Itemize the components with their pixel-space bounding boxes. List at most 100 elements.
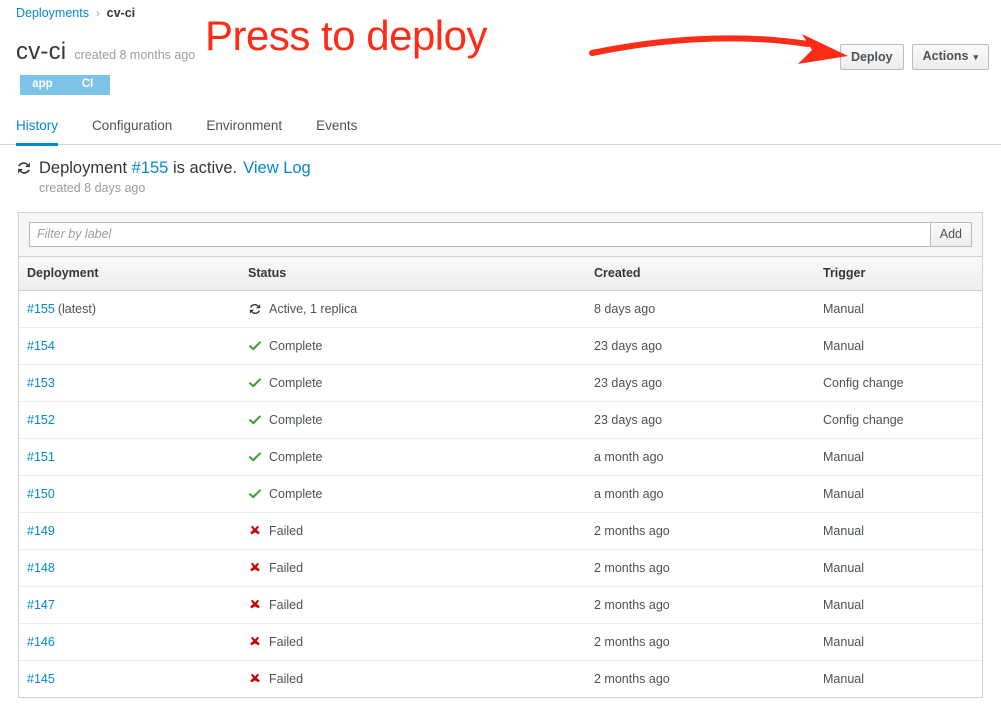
cell-trigger: Manual xyxy=(815,328,982,365)
table-row: #145 Failed 2 months agoManual xyxy=(19,661,982,698)
tab-environment[interactable]: Environment xyxy=(206,112,282,146)
chevron-down-icon: ▾ xyxy=(973,52,978,62)
cell-deployment: #148 xyxy=(19,550,240,587)
status-badge: Complete xyxy=(248,338,578,354)
cell-trigger: Manual xyxy=(815,550,982,587)
cell-status: Failed xyxy=(240,587,586,624)
deployment-link[interactable]: #147 xyxy=(27,598,55,612)
check-icon xyxy=(248,450,262,464)
table-row: #153Complete23 days agoConfig change xyxy=(19,365,982,402)
add-filter-button[interactable]: Add xyxy=(930,222,972,247)
tab-configuration[interactable]: Configuration xyxy=(92,112,172,146)
deployment-link[interactable]: #153 xyxy=(27,376,55,390)
breadcrumb-link-deployments[interactable]: Deployments xyxy=(16,6,89,20)
column-header-deployment[interactable]: Deployment xyxy=(19,257,240,291)
status-text: Failed xyxy=(269,634,303,650)
breadcrumb-current: cv-ci xyxy=(107,6,136,20)
cell-created: 8 days ago xyxy=(586,291,815,328)
check-icon xyxy=(248,339,262,353)
cell-created: a month ago xyxy=(586,476,815,513)
status-text: Failed xyxy=(269,671,303,687)
times-icon xyxy=(248,598,262,612)
breadcrumb: Deployments › cv-ci xyxy=(16,5,135,22)
cell-status: Active, 1 replica xyxy=(240,291,586,328)
actions-dropdown-button[interactable]: Actions▾ xyxy=(912,44,989,70)
cell-deployment: #153 xyxy=(19,365,240,402)
cell-trigger: Config change xyxy=(815,402,982,439)
banner-prefix: Deployment xyxy=(39,158,127,178)
cell-trigger: Manual xyxy=(815,291,982,328)
tab-history[interactable]: History xyxy=(16,112,58,146)
view-log-link[interactable]: View Log xyxy=(243,158,311,178)
deployment-link[interactable]: #152 xyxy=(27,413,55,427)
status-badge: Failed xyxy=(248,560,578,576)
status-text: Complete xyxy=(269,338,323,354)
status-text: Failed xyxy=(269,523,303,539)
annotation-text: Press to deploy xyxy=(205,12,487,60)
deployment-link[interactable]: #154 xyxy=(27,339,55,353)
deployment-link[interactable]: #149 xyxy=(27,524,55,538)
times-icon xyxy=(248,672,262,686)
banner-deployment-number[interactable]: #155 xyxy=(132,158,169,178)
label-app[interactable]: app xyxy=(20,75,65,95)
deployment-link[interactable]: #155 xyxy=(27,302,55,316)
table-row: #155(latest)Active, 1 replica8 days agoM… xyxy=(19,291,982,328)
table-header-row: Deployment Status Created Trigger xyxy=(19,257,982,291)
cell-status: Complete xyxy=(240,402,586,439)
cell-trigger: Manual xyxy=(815,513,982,550)
filter-bar: Add xyxy=(19,213,982,257)
deploy-button[interactable]: Deploy xyxy=(840,44,904,70)
breadcrumb-separator-icon: › xyxy=(96,8,100,20)
cell-deployment: #146 xyxy=(19,624,240,661)
deployment-link[interactable]: #146 xyxy=(27,635,55,649)
table-row: #151Completea month agoManual xyxy=(19,439,982,476)
cell-status: Complete xyxy=(240,365,586,402)
page-header: cv-ci created 8 months ago xyxy=(16,38,195,66)
cell-trigger: Manual xyxy=(815,661,982,698)
filter-by-label-input[interactable] xyxy=(29,222,930,247)
column-header-created[interactable]: Created xyxy=(586,257,815,291)
page-title: cv-ci xyxy=(16,38,66,66)
page-subtitle-created: created 8 months ago xyxy=(74,48,195,62)
status-badge: Active, 1 replica xyxy=(248,301,578,317)
table-row: #152Complete23 days agoConfig change xyxy=(19,402,982,439)
label-list: app CI xyxy=(20,75,110,95)
table-row: #147Failed2 months agoManual xyxy=(19,587,982,624)
deployment-link[interactable]: #148 xyxy=(27,561,55,575)
deployment-link[interactable]: #145 xyxy=(27,672,55,686)
tab-events[interactable]: Events xyxy=(316,112,357,146)
status-badge: Failed xyxy=(248,597,578,613)
times-icon xyxy=(248,635,262,649)
cell-status: Complete xyxy=(240,476,586,513)
cell-deployment: #147 xyxy=(19,587,240,624)
deployment-link[interactable]: #151 xyxy=(27,450,55,464)
status-badge: Failed xyxy=(248,634,578,650)
table-row: #149 Failed 2 months agoManual xyxy=(19,513,982,550)
cell-created: 23 days ago xyxy=(586,328,815,365)
status-text: Complete xyxy=(269,449,323,465)
cell-created: 2 months ago xyxy=(586,513,815,550)
status-badge: Complete xyxy=(248,449,578,465)
status-text: Failed xyxy=(269,560,303,576)
cell-trigger: Manual xyxy=(815,624,982,661)
status-text: Failed xyxy=(269,597,303,613)
action-bar: Deploy Actions▾ xyxy=(840,44,989,70)
sync-icon xyxy=(16,160,32,176)
column-header-trigger[interactable]: Trigger xyxy=(815,257,982,291)
check-icon xyxy=(248,376,262,390)
cell-deployment: #151 xyxy=(19,439,240,476)
status-text: Complete xyxy=(269,412,323,428)
status-text: Complete xyxy=(269,375,323,391)
table-row: #154 Complete 23 days agoManual xyxy=(19,328,982,365)
deployment-link[interactable]: #150 xyxy=(27,487,55,501)
cell-status: Failed xyxy=(240,550,586,587)
cell-status: Failed xyxy=(240,624,586,661)
cell-created: 23 days ago xyxy=(586,365,815,402)
cell-created: a month ago xyxy=(586,439,815,476)
cell-created: 2 months ago xyxy=(586,661,815,698)
cell-deployment: #154 xyxy=(19,328,240,365)
cell-trigger: Manual xyxy=(815,587,982,624)
label-ci[interactable]: CI xyxy=(65,75,110,95)
column-header-status[interactable]: Status xyxy=(240,257,586,291)
table-row: #148Failed2 months agoManual xyxy=(19,550,982,587)
